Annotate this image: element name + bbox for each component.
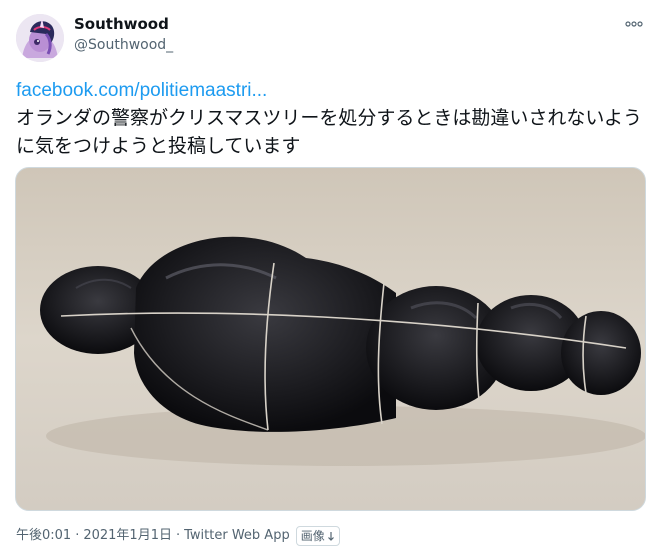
photo-bagged-tree [16,168,645,510]
meta-separator-2: · [175,528,181,543]
image-description-label: 画像 [300,529,325,543]
tweet-card: Southwood @Southwood_ facebook.com/polit… [0,0,658,558]
tweet-body: facebook.com/politiemaastri... オランダの警察がク… [16,78,646,160]
tweet-meta: 午後0:01 · 2021年1月1日 · Twitter Web App 画像 [16,526,340,546]
source-app-link[interactable]: Twitter Web App [184,527,290,545]
more-dots-icon [625,21,643,27]
avatar-pony-icon [16,14,64,62]
avatar[interactable] [16,14,64,62]
meta-separator: · [75,528,80,543]
tweet-time[interactable]: 午後0:01 [16,527,71,545]
image-description-button[interactable]: 画像 [295,526,340,546]
more-button[interactable] [622,12,646,36]
info-arrow-icon [327,532,334,541]
author-handle[interactable]: @Southwood_ [74,35,173,55]
tweet-text: オランダの警察がクリスマスツリーを処分するときは勘違いされないように気をつけよう… [16,107,643,157]
tweet-date[interactable]: 2021年1月1日 [83,527,172,545]
tweet-photo[interactable] [15,167,646,511]
tweet-link[interactable]: facebook.com/politiemaastri... [16,78,646,104]
author-name[interactable]: Southwood [74,14,169,34]
